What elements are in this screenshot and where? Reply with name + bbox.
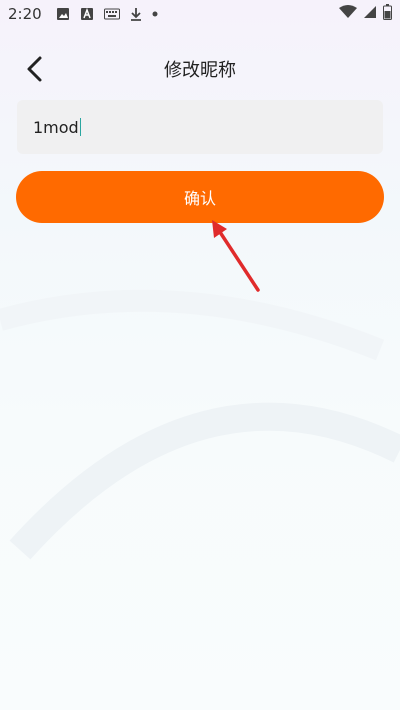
wifi-icon — [339, 5, 357, 19]
text-cursor — [79, 118, 82, 136]
status-bar: 2:20 — [0, 0, 400, 28]
a-letter-icon — [80, 7, 94, 21]
download-icon — [130, 7, 142, 21]
background-decoration — [0, 289, 400, 560]
annotation-arrow-icon — [212, 220, 260, 292]
nickname-input[interactable]: 1mod — [17, 100, 383, 154]
nickname-input-value: 1mod — [33, 117, 79, 137]
keyboard-icon — [103, 8, 120, 20]
signal-icon — [363, 5, 377, 19]
dot-icon — [152, 11, 158, 17]
page-title: 修改昵称 — [164, 60, 236, 81]
status-time: 2:20 — [8, 5, 42, 23]
image-icon — [56, 7, 70, 21]
battery-icon — [383, 4, 392, 20]
title-bar: 修改昵称 — [0, 44, 400, 92]
